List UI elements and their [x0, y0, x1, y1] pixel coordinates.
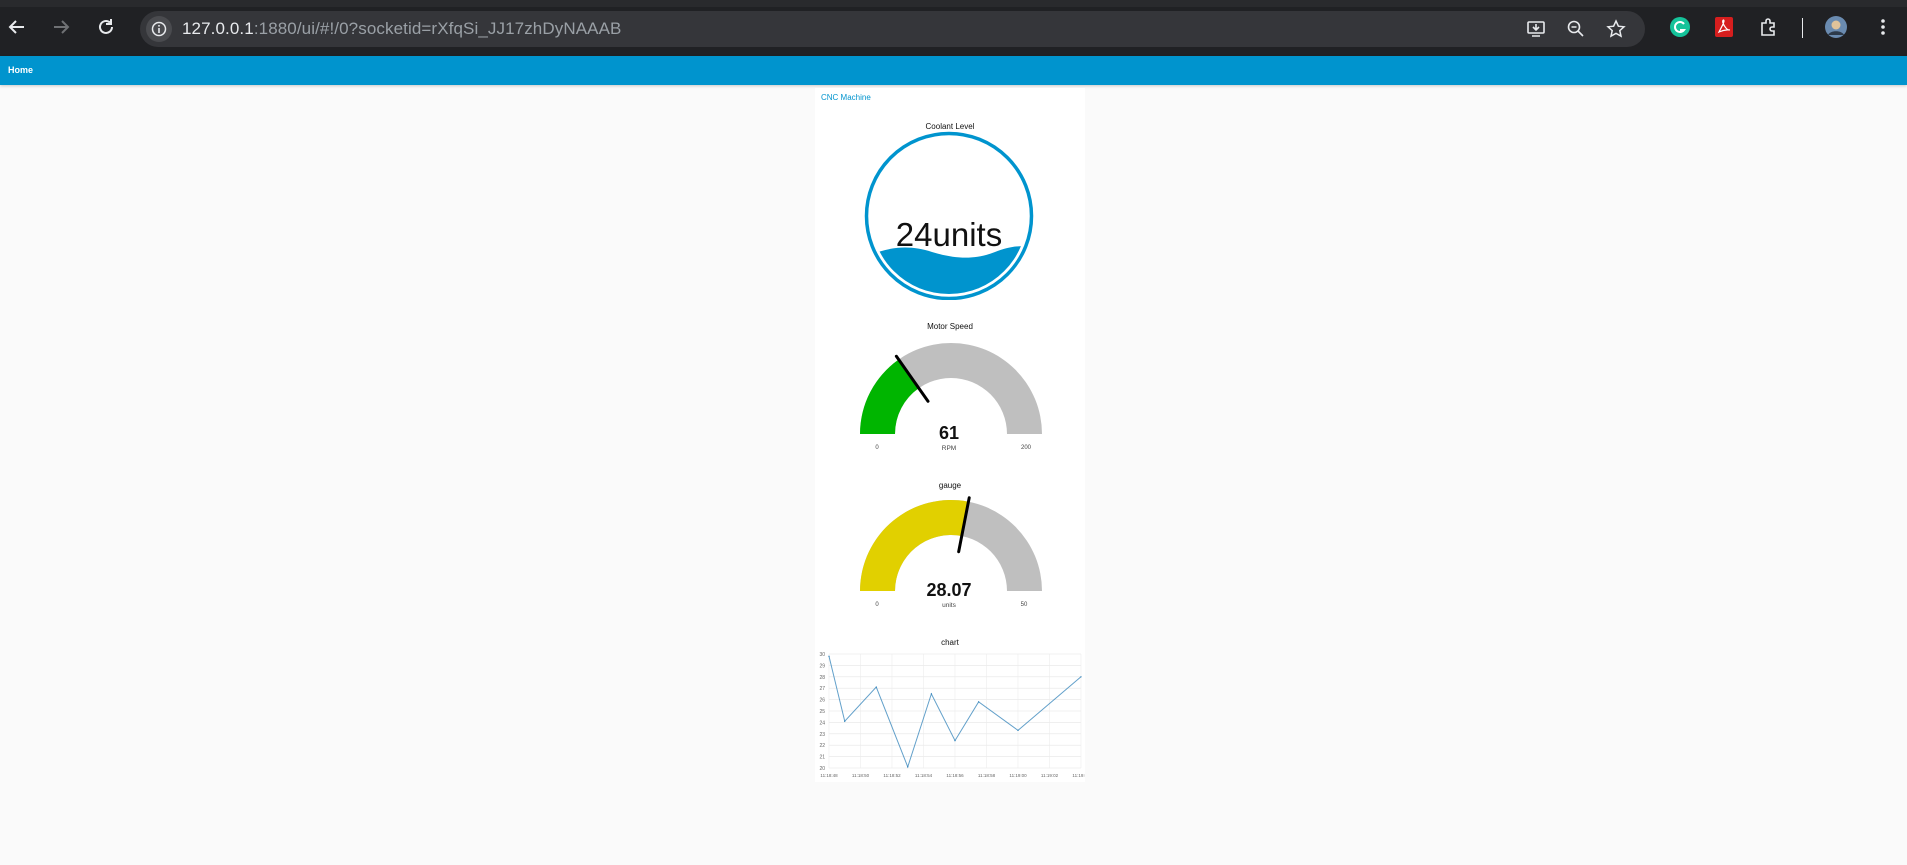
chart-data-point	[1080, 676, 1082, 678]
chart-y-tick-label: 28	[819, 675, 825, 681]
chart-y-tick-label: 27	[819, 686, 825, 692]
chart-y-tick-label: 29	[819, 663, 825, 669]
chart-y-tick-label: 26	[819, 698, 825, 704]
chart-data-point	[828, 655, 830, 657]
group-title: CNC Machine	[821, 93, 871, 102]
chart-y-tick-label: 25	[819, 709, 825, 715]
avatar	[1825, 16, 1847, 38]
url-text: 127.0.0.1:1880/ui/#!/0?socketid=rXfqSi_J…	[182, 19, 621, 39]
address-bar[interactable]: 127.0.0.1:1880/ui/#!/0?socketid=rXfqSi_J…	[140, 11, 1645, 47]
grammarly-icon	[1670, 17, 1690, 37]
chart-x-tick-label: 11:19:05	[1072, 773, 1085, 778]
coolant-value: 24units	[896, 216, 1002, 253]
chart-y-tick-label: 20	[819, 766, 825, 772]
chart-y-tick-label: 30	[819, 652, 825, 658]
puzzle-icon	[1761, 18, 1775, 36]
zoom-button[interactable]	[1563, 16, 1589, 42]
gauge-units: units	[942, 602, 956, 609]
motor-value: 61	[939, 423, 959, 443]
menu-button[interactable]	[1870, 14, 1896, 40]
motor-min-label: 0	[875, 445, 879, 451]
extensions-button[interactable]	[1756, 14, 1782, 40]
chart-data-point	[875, 686, 877, 688]
grammarly-extension-button[interactable]	[1667, 14, 1693, 40]
gauge-max-label: 50	[1021, 602, 1028, 608]
chart-x-tick-label: 11:18:54	[915, 773, 933, 778]
tab-strip	[0, 0, 1907, 7]
motor-max-label: 200	[1021, 445, 1032, 451]
toolbar-separator	[1802, 18, 1803, 38]
chart-data-point	[954, 740, 956, 742]
chart-y-tick-label: 21	[819, 755, 825, 761]
chart-x-tick-label: 11:18:56	[946, 773, 964, 778]
coolant-level-widget: 24units	[864, 131, 1034, 300]
units-gauge-fill	[860, 500, 969, 591]
line-chart: 30 29 28 27 26 25 24 23 22 21 2011:18:48 11:18:50 11…	[819, 652, 1085, 778]
star-icon	[1606, 19, 1626, 38]
kebab-menu-icon	[1881, 19, 1885, 35]
url-path: :1880/ui/#!/0?socketid=rXfqSi_JJ17zhDyNA…	[253, 19, 622, 38]
chart-y-tick-label: 22	[819, 743, 825, 749]
dashboard-title: Home	[8, 65, 34, 75]
reload-button[interactable]	[92, 13, 120, 41]
profile-button[interactable]	[1823, 14, 1849, 40]
chart-data-point	[930, 693, 932, 695]
chart-x-tick-label: 11:18:48	[820, 773, 838, 778]
install-app-button[interactable]	[1523, 16, 1549, 42]
chart-x-tick-label: 11:18:50	[852, 773, 870, 778]
chart-data-point	[978, 701, 980, 703]
group-card: CNC Machine Coolant Level 24units Motor …	[815, 88, 1085, 782]
chart-data-point	[844, 720, 846, 722]
pdf-icon	[1715, 17, 1733, 37]
chart-data-point	[907, 766, 909, 768]
units-gauge: 28.07 units 0 50	[860, 496, 1042, 609]
dashboard-toolbar: Home	[0, 56, 1907, 85]
chart-data-point	[1017, 729, 1019, 731]
chart-x-tick-label: 11:19:00	[1009, 773, 1027, 778]
gauge-min-label: 0	[875, 602, 879, 608]
chart-y-tick-label: 23	[819, 732, 825, 738]
chart-x-tick-label: 11:18:58	[978, 773, 996, 778]
info-icon	[151, 21, 167, 37]
chart-y-tick-label: 24	[819, 720, 825, 726]
bookmark-button[interactable]	[1603, 16, 1629, 42]
motor-units: RPM	[942, 445, 956, 452]
browser-toolbar: 127.0.0.1:1880/ui/#!/0?socketid=rXfqSi_J…	[0, 0, 1907, 56]
chart-x-tick-label: 11:18:52	[883, 773, 901, 778]
forward-button[interactable]	[47, 13, 75, 41]
gauge-value: 28.07	[926, 580, 971, 600]
install-app-icon	[1527, 21, 1545, 37]
chart-x-tick-label: 11:19:02	[1041, 773, 1059, 778]
motor-speed-gauge: 61 RPM 0 200	[860, 343, 1042, 452]
zoom-out-icon	[1567, 20, 1584, 37]
arrow-left-icon	[8, 20, 24, 34]
back-button[interactable]	[3, 13, 31, 41]
arrow-right-icon	[54, 20, 70, 34]
site-info-button[interactable]	[146, 16, 172, 42]
url-host: 127.0.0.1	[182, 19, 254, 38]
pdf-extension-button[interactable]	[1711, 14, 1737, 40]
reload-icon	[99, 19, 113, 34]
